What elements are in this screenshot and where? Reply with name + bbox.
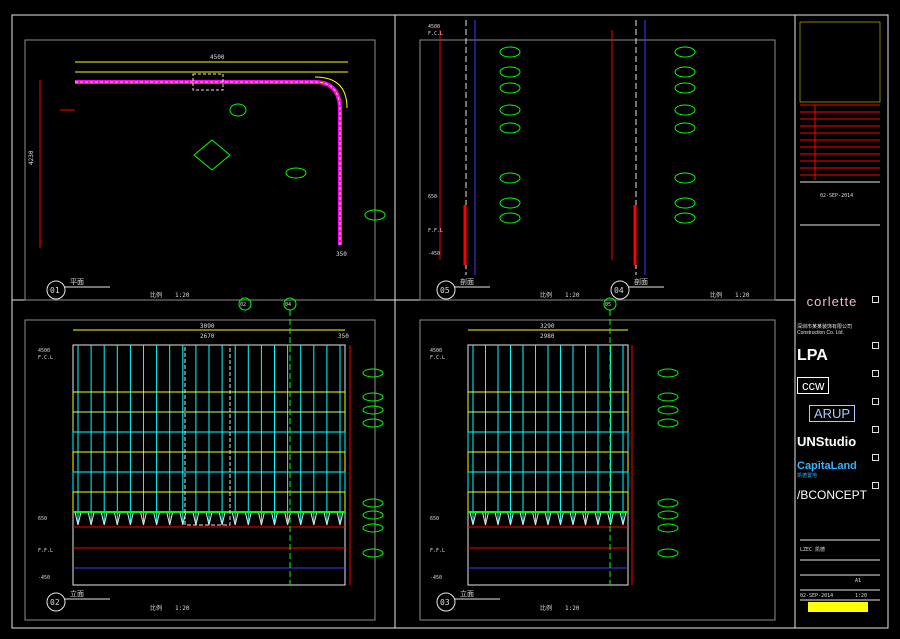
elev2-top-sub: F.C.L [430, 355, 445, 361]
logo-ccw: ccw [797, 374, 867, 396]
elevation-tags [362, 368, 679, 558]
plan-view-frame [24, 39, 376, 301]
logo-checkbox [872, 482, 879, 489]
logo-lpa: LPA [797, 345, 867, 367]
sec1-view-title: 剖面 [460, 277, 474, 286]
plan-side-dim: 350 [336, 251, 347, 258]
sec1-mid-level: 650 [428, 194, 437, 200]
elev1-callout-1: 02 [240, 302, 246, 308]
logo-company-cn-text: 深圳市某某装饰有限公司 [797, 323, 853, 330]
elev2-top-dim: 3290 [540, 323, 555, 330]
elev1-top-dim: 3090 [200, 323, 215, 330]
elev1-callout-2: 04 [285, 302, 291, 308]
sec1-scale-label: 比例 [540, 291, 552, 299]
section-view-2: 04 剖面 比例 1:20 [610, 20, 750, 300]
elev1-top-sub: F.C.L [38, 355, 53, 361]
elev1-ffl: F.F.L [38, 548, 53, 554]
elev2-scale-label: 比例 [540, 604, 552, 612]
plan-scale-label: 比例 [150, 291, 162, 299]
elevation-view-1: 3090 2670 350 4500 F.C.L 650 F.F.L -450 … [38, 297, 351, 612]
section-view-1: 4500 F.C.L F.F.L -450 650 05 剖面 比例 1:20 [428, 20, 580, 300]
sec2-scale-label: 比例 [710, 291, 722, 299]
plan-view-number: 01 [50, 286, 60, 295]
logo-arup: ARUP [797, 402, 867, 424]
sec2-scale-value: 1:20 [735, 292, 750, 299]
title-block-sheet: A1 [855, 578, 861, 584]
sheet-border [11, 14, 889, 629]
elev1-view-title: 立面 [70, 589, 84, 598]
sec1-top-level: 4500 [428, 24, 440, 30]
plan-scale-value: 1:20 [175, 292, 190, 299]
elev2-scale-value: 1:20 [565, 605, 580, 612]
elev1-top-level: 4500 [38, 348, 50, 354]
elev2-sub-dim: 2980 [540, 333, 555, 340]
plan-height-dim: 4230 [28, 150, 35, 165]
elev1-sub-dim: 2670 [200, 333, 215, 340]
elev1-view-number: 02 [50, 598, 60, 607]
elev2-ffl: F.F.L [430, 548, 445, 554]
logo-lpa-text: LPA [797, 347, 828, 364]
elev2-view-title: 立面 [460, 589, 474, 598]
logo-corlette: corlette [797, 290, 867, 312]
elev2-low-level: -450 [430, 575, 442, 581]
plan-view: 4500 4230 350 01 平面 比例 1:20 [28, 54, 386, 300]
sec2-view-number: 04 [614, 286, 624, 295]
sec1-scale-value: 1:20 [565, 292, 580, 299]
title-block-scale: 1:20 [855, 593, 867, 599]
logo-capitaland-sub: 凯德置地 [797, 472, 818, 479]
logo-company-cn-sub: Construction Co. Ltd. [797, 329, 844, 336]
plan-width-dim: 4500 [210, 54, 225, 61]
title-block-date: 02-SEP-2014 [820, 193, 853, 199]
sec1-low-level: -450 [428, 251, 440, 257]
title-block-date-2: 02-SEP-2014 [800, 593, 833, 599]
elev2-mid-level: 650 [430, 516, 439, 522]
sec1-top-sub: F.C.L [428, 31, 443, 37]
logo-unstudio: UNStudio [797, 430, 867, 452]
cad-drawing-canvas: 4500 4230 350 01 平面 比例 1:20 4500 F.C.L F… [11, 14, 889, 629]
logo-ccw-text: ccw [797, 376, 830, 394]
plan-view-title: 平面 [70, 278, 84, 286]
elev1-low-level: -450 [38, 575, 50, 581]
logo-company-cn: 深圳市某某装饰有限公司 Construction Co. Ltd. [797, 318, 867, 340]
logo-capitaland-text: CapitaLand [797, 459, 857, 472]
logo-checkbox [872, 426, 879, 433]
elev2-callout: 05 [605, 302, 611, 308]
elev1-right-dim: 350 [338, 333, 349, 340]
logo-corlette-text: corlette [806, 293, 858, 309]
elev2-view-number: 03 [440, 598, 450, 607]
title-block-project: LZEC 凯德 [800, 546, 825, 553]
logo-checkbox [872, 454, 879, 461]
elev2-top-level: 4500 [430, 348, 442, 354]
logo-checkbox [872, 398, 879, 405]
elev1-mid-level: 650 [38, 516, 47, 522]
sec1-view-number: 05 [440, 286, 450, 295]
elevation-view-2: 3290 2980 4500 F.C.L 650 F.F.L -450 05 0… [430, 297, 633, 612]
logo-bconcept: /BCONCEPT [797, 484, 867, 506]
elev1-scale-label: 比例 [150, 604, 162, 612]
logo-unstudio-text: UNStudio [797, 433, 857, 449]
section-view-frame [419, 39, 776, 301]
logo-bconcept-text: /BCONCEPT [797, 488, 868, 502]
logo-arup-text: ARUP [808, 404, 856, 422]
logo-capitaland: CapitaLand 凯德置地 [797, 458, 867, 480]
logo-checkbox [872, 370, 879, 377]
logo-checkbox [872, 296, 879, 303]
logo-checkbox [872, 342, 879, 349]
sec2-view-title: 剖面 [634, 277, 648, 286]
elev1-scale-value: 1:20 [175, 605, 190, 612]
sheet-number-box [808, 602, 868, 612]
title-block-lines: 02-SEP-2014 LZEC 凯德 A1 1:20 02-SEP-2014 [799, 21, 881, 612]
sec1-ffl: F.F.L [428, 228, 443, 234]
